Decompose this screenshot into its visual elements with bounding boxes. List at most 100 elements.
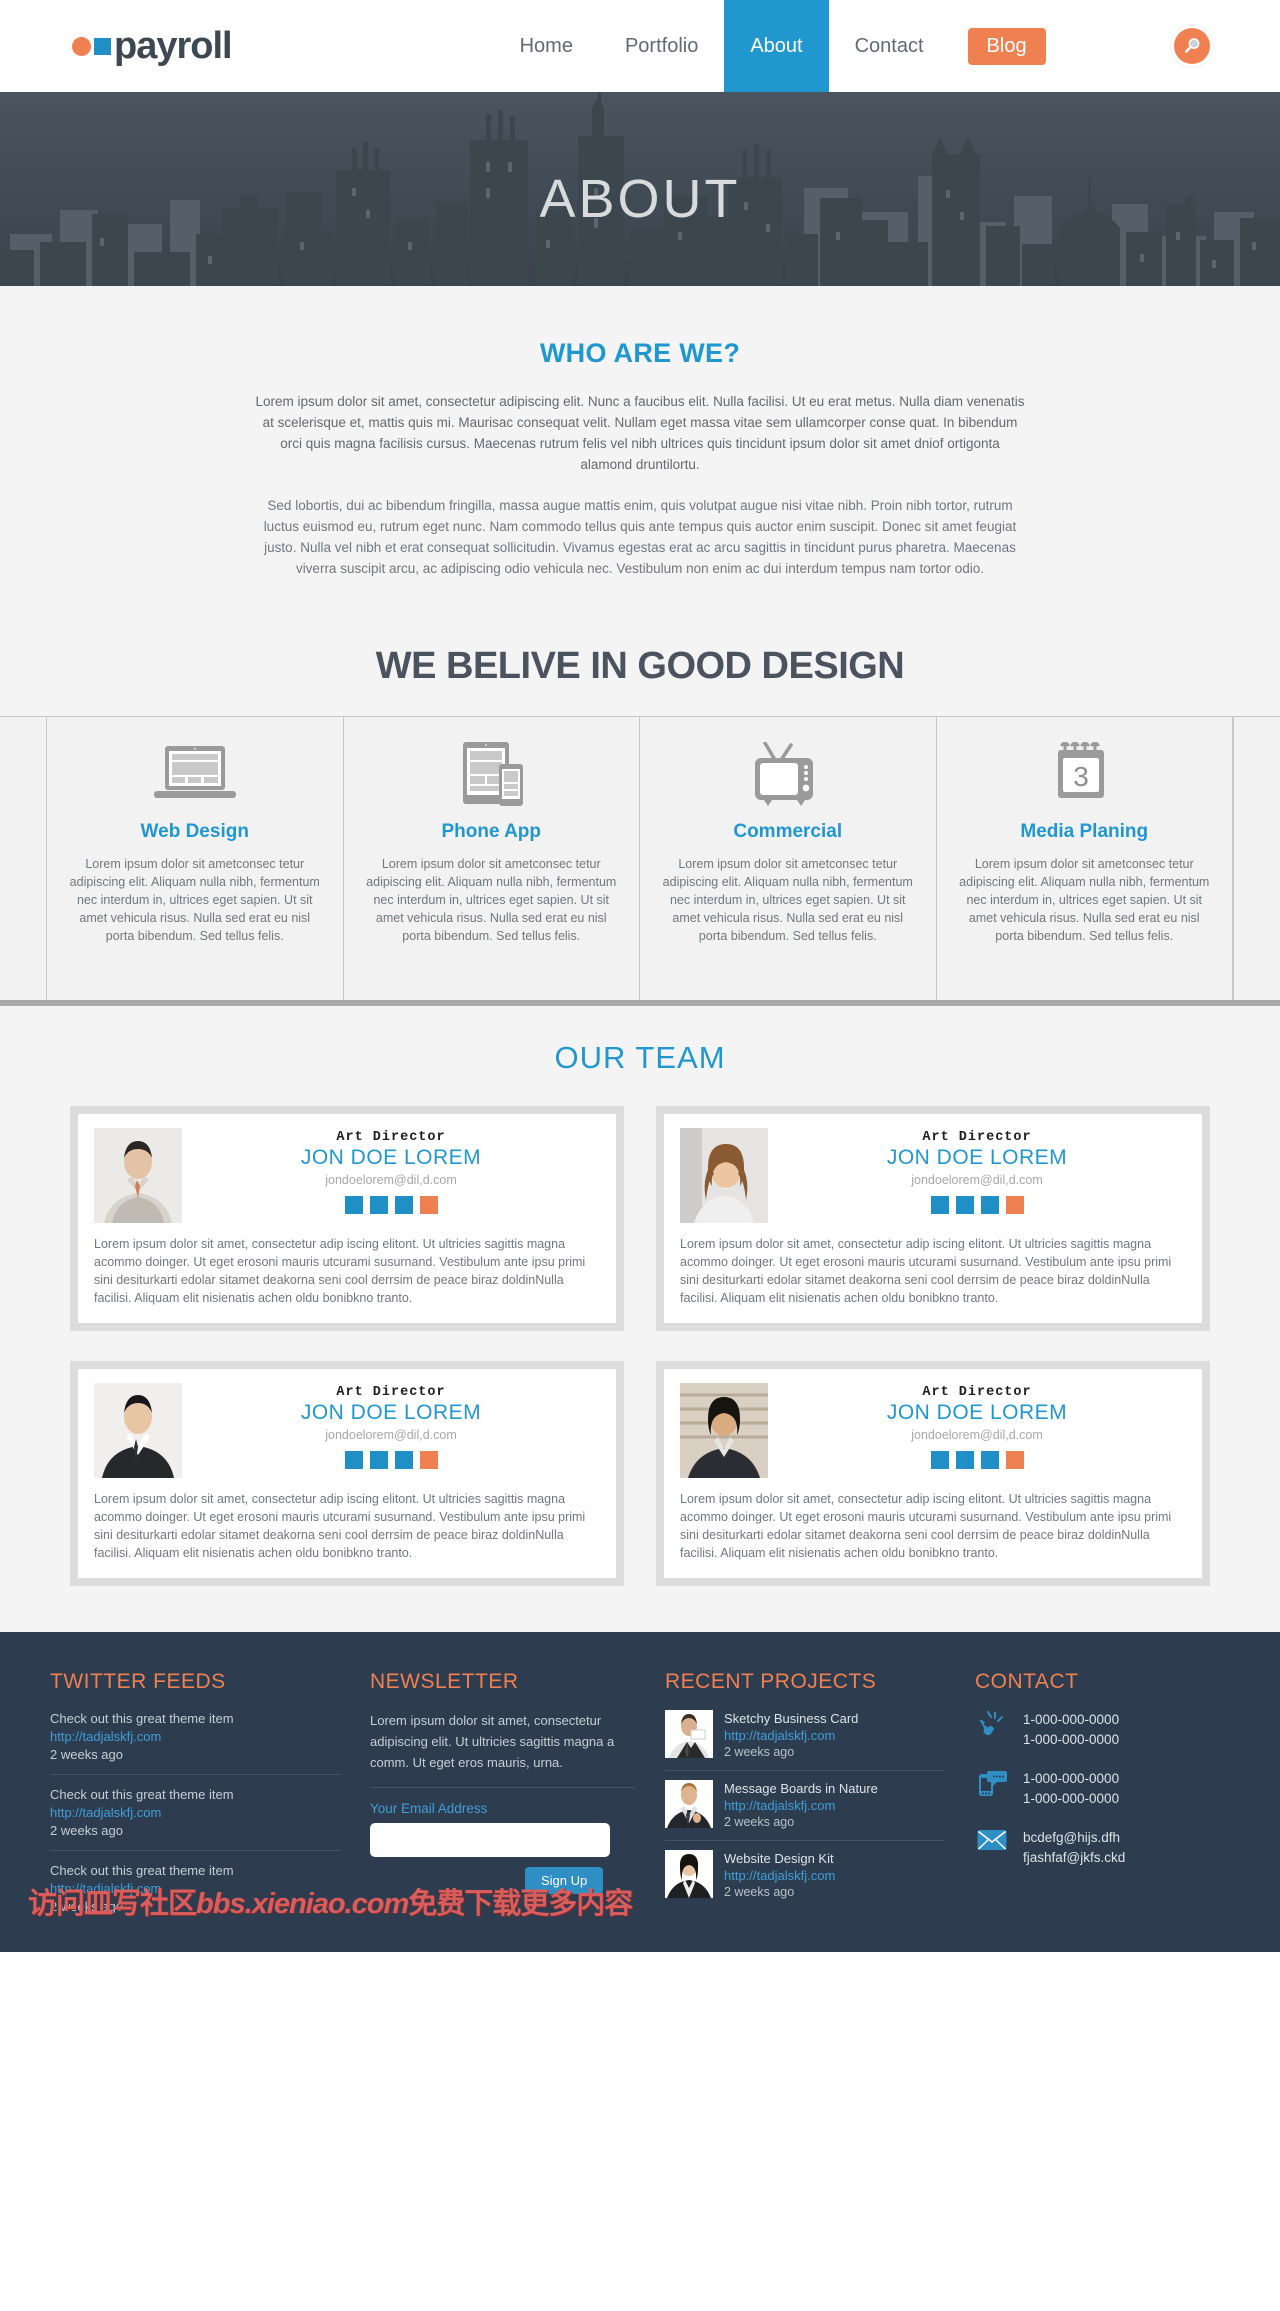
- twitter-square-icon[interactable]: [955, 1451, 974, 1469]
- contact-title: CONTACT: [975, 1670, 1079, 1693]
- tweet-link[interactable]: http://tadjalskfj.com: [50, 1728, 340, 1746]
- envelope-icon: [975, 1828, 1009, 1852]
- linkedin-square-icon[interactable]: [394, 1451, 413, 1469]
- tweet-link[interactable]: http://tadjalskfj.com: [50, 1880, 340, 1898]
- tweet-item: Check out this great theme item http://t…: [50, 1850, 340, 1926]
- linkedin-square-icon[interactable]: [980, 1451, 999, 1469]
- tweet-text: Check out this great theme item: [50, 1787, 234, 1802]
- tweet-time: 2 weeks ago: [50, 1899, 123, 1914]
- nav-item-home[interactable]: Home: [494, 0, 599, 92]
- service-card-web-design[interactable]: Web Design Lorem ipsum dolor sit ametcon…: [47, 717, 344, 1000]
- project-item[interactable]: Message Boards in Nature http://tadjalsk…: [665, 1770, 945, 1840]
- service-card-phone-app[interactable]: Phone App Lorem ipsum dolor sit ametcons…: [344, 717, 640, 1000]
- service-title: Web Design: [140, 821, 249, 842]
- project-link[interactable]: http://tadjalskfj.com: [724, 1797, 878, 1814]
- member-name: JON DOE LOREM: [886, 1401, 1068, 1424]
- newsletter-email-input[interactable]: [370, 1823, 610, 1857]
- team-card: Art Director JON DOE LOREM jondoelorem@d…: [656, 1106, 1210, 1331]
- project-link[interactable]: http://tadjalskfj.com: [724, 1727, 858, 1744]
- member-bio: Lorem ipsum dolor sit amet, consectetur …: [94, 1492, 586, 1560]
- contact-line: 1-000-000-0000: [1023, 1791, 1120, 1806]
- nav-item-portfolio[interactable]: Portfolio: [599, 0, 724, 92]
- member-socials: [182, 1451, 600, 1469]
- site-header: payroll Home Portfolio About Contact Blo…: [0, 0, 1280, 92]
- tweet-time: 2 weeks ago: [50, 1747, 123, 1762]
- who-are-we-heading: WHO ARE WE?: [539, 338, 741, 368]
- team-card: Art Director JON DOE LOREM jondoelorem@d…: [656, 1361, 1210, 1586]
- service-text: Lorem ipsum dolor sit ametconsec tetur a…: [662, 857, 913, 943]
- our-team-section: OUR TEAM Art Director JON DOE LOREM jond…: [0, 1006, 1280, 1632]
- facebook-square-icon[interactable]: [344, 1196, 363, 1214]
- member-email: jondoelorem@dil,d.com: [325, 1428, 457, 1442]
- linkedin-square-icon[interactable]: [980, 1196, 999, 1214]
- search-icon: [1184, 38, 1200, 53]
- twitter-square-icon[interactable]: [369, 1451, 388, 1469]
- rss-square-icon[interactable]: [419, 1196, 438, 1214]
- footer-contact-column: CONTACT 1-000-000-0000 1-000-000-0000 1-…: [975, 1670, 1235, 1926]
- contact-line[interactable]: fjashfaf@jkfs.ckd: [1023, 1848, 1125, 1868]
- main-nav: Home Portfolio About Contact Blog: [494, 0, 1046, 92]
- avatar: [680, 1383, 768, 1478]
- footer-newsletter-column: NEWSLETTER Lorem ipsum dolor sit amet, c…: [370, 1670, 635, 1926]
- facebook-square-icon[interactable]: [930, 1451, 949, 1469]
- linkedin-square-icon[interactable]: [394, 1196, 413, 1214]
- rss-square-icon[interactable]: [1005, 1451, 1024, 1469]
- blog-button[interactable]: Blog: [967, 27, 1046, 65]
- believe-heading: WE BELIVE IN GOOD DESIGN: [0, 625, 1280, 716]
- footer-projects-column: RECENT PROJECTS Sketchy Business Card ht…: [665, 1670, 945, 1926]
- tweet-item: Check out this great theme item http://t…: [50, 1774, 340, 1850]
- service-text: Lorem ipsum dolor sit ametconsec tetur a…: [366, 857, 617, 943]
- nav-item-about[interactable]: About: [724, 0, 829, 92]
- rss-square-icon[interactable]: [1005, 1196, 1024, 1214]
- contact-line: 1-000-000-0000: [1023, 1771, 1120, 1786]
- tweet-link[interactable]: http://tadjalskfj.com: [50, 1804, 340, 1822]
- member-bio: Lorem ipsum dolor sit amet, consectetur …: [680, 1492, 1172, 1560]
- search-button[interactable]: [1174, 28, 1210, 64]
- project-name: Message Boards in Nature: [724, 1781, 878, 1796]
- service-card-media-planing[interactable]: 3 Media Planing Lorem ipsum dolor sit am…: [937, 717, 1233, 1000]
- television-icon: [662, 739, 914, 811]
- member-name: JON DOE LOREM: [300, 1146, 482, 1169]
- tweet-item: Check out this great theme item http://t…: [50, 1710, 340, 1774]
- service-card-commercial[interactable]: Commercial Lorem ipsum dolor sit ametcon…: [640, 717, 937, 1000]
- member-email: jondoelorem@dil,d.com: [325, 1173, 457, 1187]
- site-footer: TWITTER FEEDS Check out this great theme…: [0, 1632, 1280, 1952]
- project-name: Sketchy Business Card: [724, 1711, 859, 1726]
- laptop-icon: [69, 739, 321, 811]
- newsletter-text: Lorem ipsum dolor sit amet, consectetur …: [370, 1710, 635, 1788]
- member-socials: [768, 1196, 1186, 1214]
- contact-email-values: bcdefg@hijs.dfh fjashfaf@jkfs.ckd: [1023, 1828, 1125, 1868]
- services-section: Web Design Lorem ipsum dolor sit ametcon…: [0, 716, 1280, 1006]
- member-name: JON DOE LOREM: [886, 1146, 1068, 1169]
- twitter-square-icon[interactable]: [369, 1196, 388, 1214]
- nav-item-contact[interactable]: Contact: [829, 0, 950, 92]
- footer-twitter-column: TWITTER FEEDS Check out this great theme…: [50, 1670, 340, 1926]
- rss-square-icon[interactable]: [419, 1451, 438, 1469]
- facebook-square-icon[interactable]: [344, 1451, 363, 1469]
- facebook-square-icon[interactable]: [930, 1196, 949, 1214]
- project-time: 2 weeks ago: [724, 1745, 795, 1759]
- project-item[interactable]: Sketchy Business Card http://tadjalskfj.…: [665, 1710, 945, 1770]
- member-email: jondoelorem@dil,d.com: [911, 1428, 1043, 1442]
- project-link[interactable]: http://tadjalskfj.com: [724, 1867, 835, 1884]
- services-left-spacer: [0, 717, 47, 1000]
- twitter-square-icon[interactable]: [955, 1196, 974, 1214]
- newsletter-signup-button[interactable]: Sign Up: [525, 1867, 604, 1894]
- avatar: [680, 1128, 768, 1223]
- project-thumbnail: [665, 1850, 713, 1898]
- team-card: Art Director JON DOE LOREM jondoelorem@d…: [70, 1361, 624, 1586]
- service-text: Lorem ipsum dolor sit ametconsec tetur a…: [959, 857, 1210, 943]
- member-role: Art Director: [336, 1385, 446, 1400]
- member-role: Art Director: [336, 1130, 446, 1145]
- logo[interactable]: payroll: [72, 0, 233, 92]
- member-name: JON DOE LOREM: [300, 1401, 482, 1424]
- newsletter-label: Your Email Address: [370, 1801, 488, 1816]
- contact-line: 1-000-000-0000: [1023, 1732, 1120, 1747]
- member-socials: [768, 1451, 1186, 1469]
- contact-line[interactable]: bcdefg@hijs.dfh: [1023, 1828, 1125, 1848]
- member-email: jondoelorem@dil,d.com: [911, 1173, 1043, 1187]
- project-item[interactable]: Website Design Kit http://tadjalskfj.com…: [665, 1840, 945, 1910]
- calendar-icon: 3: [959, 739, 1211, 811]
- who-are-we-section: WHO ARE WE? Lorem ipsum dolor sit amet, …: [0, 286, 1280, 625]
- tablet-phone-icon: [366, 739, 618, 811]
